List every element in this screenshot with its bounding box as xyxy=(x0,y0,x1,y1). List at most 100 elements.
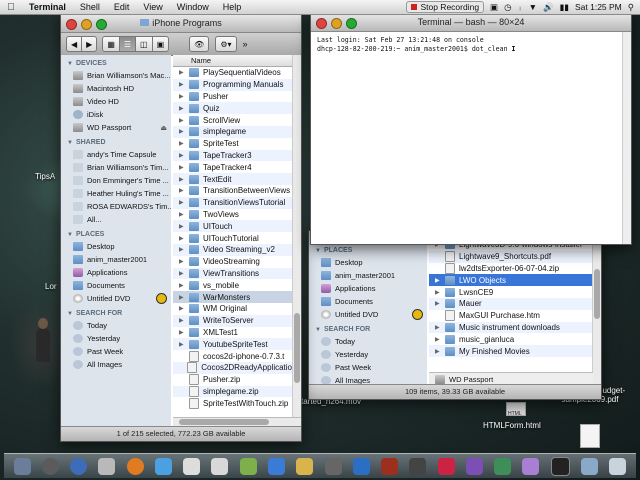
list-item[interactable]: ▶ TransitionBetweenViews xyxy=(173,185,292,197)
list-item[interactable]: ▶ UITouch xyxy=(173,220,292,233)
disclosure-triangle-icon[interactable]: ▶ xyxy=(179,317,185,324)
disclosure-triangle-icon[interactable]: ▶ xyxy=(179,69,185,76)
list-item[interactable]: Lightwave9_Shortcuts.pdf xyxy=(429,250,593,263)
final-cut-dock-icon[interactable] xyxy=(409,457,427,475)
disclosure-triangle-icon[interactable]: ▶ xyxy=(179,223,185,230)
sidebar-item-video-hd[interactable]: Video HD xyxy=(61,95,171,108)
eject-icon[interactable]: ⏏ xyxy=(160,124,167,132)
disclosure-triangle-icon[interactable]: ▶ xyxy=(179,329,185,336)
time-machine-icon[interactable]: ◷ xyxy=(504,2,511,13)
back-button[interactable]: ◀ xyxy=(66,36,83,52)
burn-icon[interactable] xyxy=(412,309,423,320)
safari-dock-icon[interactable] xyxy=(70,457,88,475)
zoom-button[interactable] xyxy=(96,19,107,30)
path-label[interactable]: WD Passport xyxy=(449,375,493,384)
sidebar-item-idisk[interactable]: iDisk xyxy=(61,108,171,121)
sidebar-item-yesterday[interactable]: Yesterday xyxy=(61,332,171,345)
sidebar-header-devices[interactable]: ▼ DEVICES xyxy=(61,55,171,69)
column-header-name[interactable]: Name xyxy=(173,55,292,67)
list-item[interactable]: ▶ simplegame xyxy=(173,125,292,138)
minimize-button[interactable] xyxy=(331,18,342,29)
disclosure-triangle-icon[interactable]: ▶ xyxy=(179,93,185,100)
list-item[interactable]: SpriteTestWithTouch.zip xyxy=(173,397,292,409)
list-item[interactable]: ▶ TapeTracker4 xyxy=(173,161,292,173)
list-item[interactable]: ▶ WriteToServer xyxy=(173,314,292,327)
disclosure-triangle-icon[interactable]: ▶ xyxy=(179,258,185,265)
toolbar-overflow-icon[interactable]: » xyxy=(243,39,248,49)
list-item[interactable]: ▶ Quiz xyxy=(173,102,292,115)
menu-app-terminal[interactable]: Terminal xyxy=(22,2,73,12)
sidebar-item-today[interactable]: Today xyxy=(61,319,171,332)
sidebar-item-applications[interactable]: Applications xyxy=(61,266,171,279)
disclosure-triangle-icon[interactable]: ▶ xyxy=(179,235,185,242)
sidebar-item-shared[interactable]: Don Emminger's Time ... xyxy=(61,174,171,187)
sidebar-item-shared[interactable]: Brian Williamson's Tim... xyxy=(61,161,171,174)
finder-left-vertical-scrollbar[interactable] xyxy=(292,55,301,417)
sidebar-header-places[interactable]: ▼ PLACES xyxy=(61,226,171,240)
menu-edit[interactable]: Edit xyxy=(107,2,137,12)
close-button[interactable] xyxy=(316,18,327,29)
sidebar-item-dvd-right[interactable]: Untitled DVD xyxy=(309,308,427,321)
sidebar-item-dvd[interactable]: Untitled DVD xyxy=(61,292,171,305)
flash-dock-icon[interactable] xyxy=(437,457,455,475)
spotlight-icon[interactable]: ⚲ xyxy=(628,2,634,13)
dashboard-dock-icon[interactable] xyxy=(41,457,59,475)
system-preferences-dock-icon[interactable] xyxy=(522,457,540,475)
list-item[interactable]: ▶ TransitionViewsTutorial xyxy=(173,196,292,209)
lightwave-dock-icon[interactable] xyxy=(296,457,314,475)
list-item[interactable]: ▶ music_gianluca xyxy=(429,333,593,345)
list-item[interactable]: ▶ WarMonsters xyxy=(173,291,292,303)
sidebar-item-desktop-right[interactable]: Desktop xyxy=(309,256,427,269)
downloads-stack-icon[interactable] xyxy=(580,457,598,475)
sidebar-item-shared[interactable]: andy's Time Capsule xyxy=(61,148,171,161)
list-item[interactable]: ▶ Programming Manuals xyxy=(173,78,292,91)
list-item[interactable]: Pusher.zip xyxy=(173,374,292,386)
disclosure-triangle-icon[interactable]: ▶ xyxy=(179,294,185,301)
zoom-button[interactable] xyxy=(346,18,357,29)
sidebar-item-macintosh-hd[interactable]: Macintosh HD xyxy=(61,82,171,95)
terminal-scrollbar[interactable] xyxy=(622,32,631,244)
menu-window[interactable]: Window xyxy=(170,2,216,12)
clock[interactable]: Sat 1:25 PM xyxy=(575,2,622,12)
disclosure-triangle-icon[interactable]: ▶ xyxy=(179,81,185,88)
apple-menu-icon[interactable]:  xyxy=(0,2,22,13)
quick-look-button[interactable]: 👁 xyxy=(189,36,210,52)
disclosure-triangle-icon[interactable]: ▶ xyxy=(179,152,185,159)
sidebar-item-wd-passport[interactable]: WD Passport ⏏ xyxy=(61,121,171,134)
address-book-dock-icon[interactable] xyxy=(183,457,201,475)
finder-dock-icon[interactable] xyxy=(13,457,31,475)
list-item[interactable]: ▶ SpriteTest xyxy=(173,138,292,150)
list-item[interactable]: ▶ TwoViews xyxy=(173,209,292,221)
cover-flow-button[interactable]: ▣ xyxy=(151,36,170,52)
list-item-selected[interactable]: ▶ LWO Objects xyxy=(429,274,593,287)
list-item[interactable]: ▶ WM Original xyxy=(173,303,292,315)
sidebar-item-shared[interactable]: Heather Huling's Time ... xyxy=(61,187,171,200)
menu-help[interactable]: Help xyxy=(216,2,249,12)
disclosure-triangle-icon[interactable]: ▶ xyxy=(179,282,185,289)
sidebar-item-past-week[interactable]: Past Week xyxy=(61,345,171,358)
menu-shell[interactable]: Shell xyxy=(73,2,107,12)
disclosure-triangle-icon[interactable]: ▶ xyxy=(179,199,185,206)
battery-icon[interactable]: ▮▮ xyxy=(560,2,569,13)
list-view-button[interactable]: ☰ xyxy=(118,36,137,52)
list-item[interactable]: ▶ My Finished Movies xyxy=(429,345,593,357)
terminal-text-area[interactable]: Last login: Sat Feb 27 13:21:48 on conso… xyxy=(311,32,631,244)
finder-right-vertical-scrollbar[interactable] xyxy=(592,239,601,385)
desktop-icon-html-label[interactable]: HTMLForm.html xyxy=(483,421,541,430)
list-item[interactable]: ▶ Video Streaming_v2 xyxy=(173,243,292,256)
disclosure-triangle-icon[interactable]: ▶ xyxy=(179,176,185,183)
wifi-icon[interactable]: ▼ xyxy=(529,2,537,12)
ichat-dock-icon[interactable] xyxy=(154,457,172,475)
iphoto-dock-icon[interactable] xyxy=(239,457,257,475)
trash-dock-icon[interactable] xyxy=(609,457,627,475)
minimize-button[interactable] xyxy=(81,19,92,30)
list-item[interactable]: ▶ Pusher xyxy=(173,91,292,103)
menu-view[interactable]: View xyxy=(136,2,169,12)
list-item[interactable]: cocos2d-iphone-0.7.3.t xyxy=(173,350,292,362)
sidebar-item-home-right[interactable]: anim_master2001 xyxy=(309,269,427,282)
stop-recording-button[interactable]: Stop Recording xyxy=(406,1,485,13)
list-item[interactable]: ▶ TapeTracker3 xyxy=(173,149,292,162)
after-effects-dock-icon[interactable] xyxy=(465,457,483,475)
sidebar-item-shared[interactable]: ROSA EDWARDS's Tim... xyxy=(61,200,171,213)
close-button[interactable] xyxy=(66,19,77,30)
